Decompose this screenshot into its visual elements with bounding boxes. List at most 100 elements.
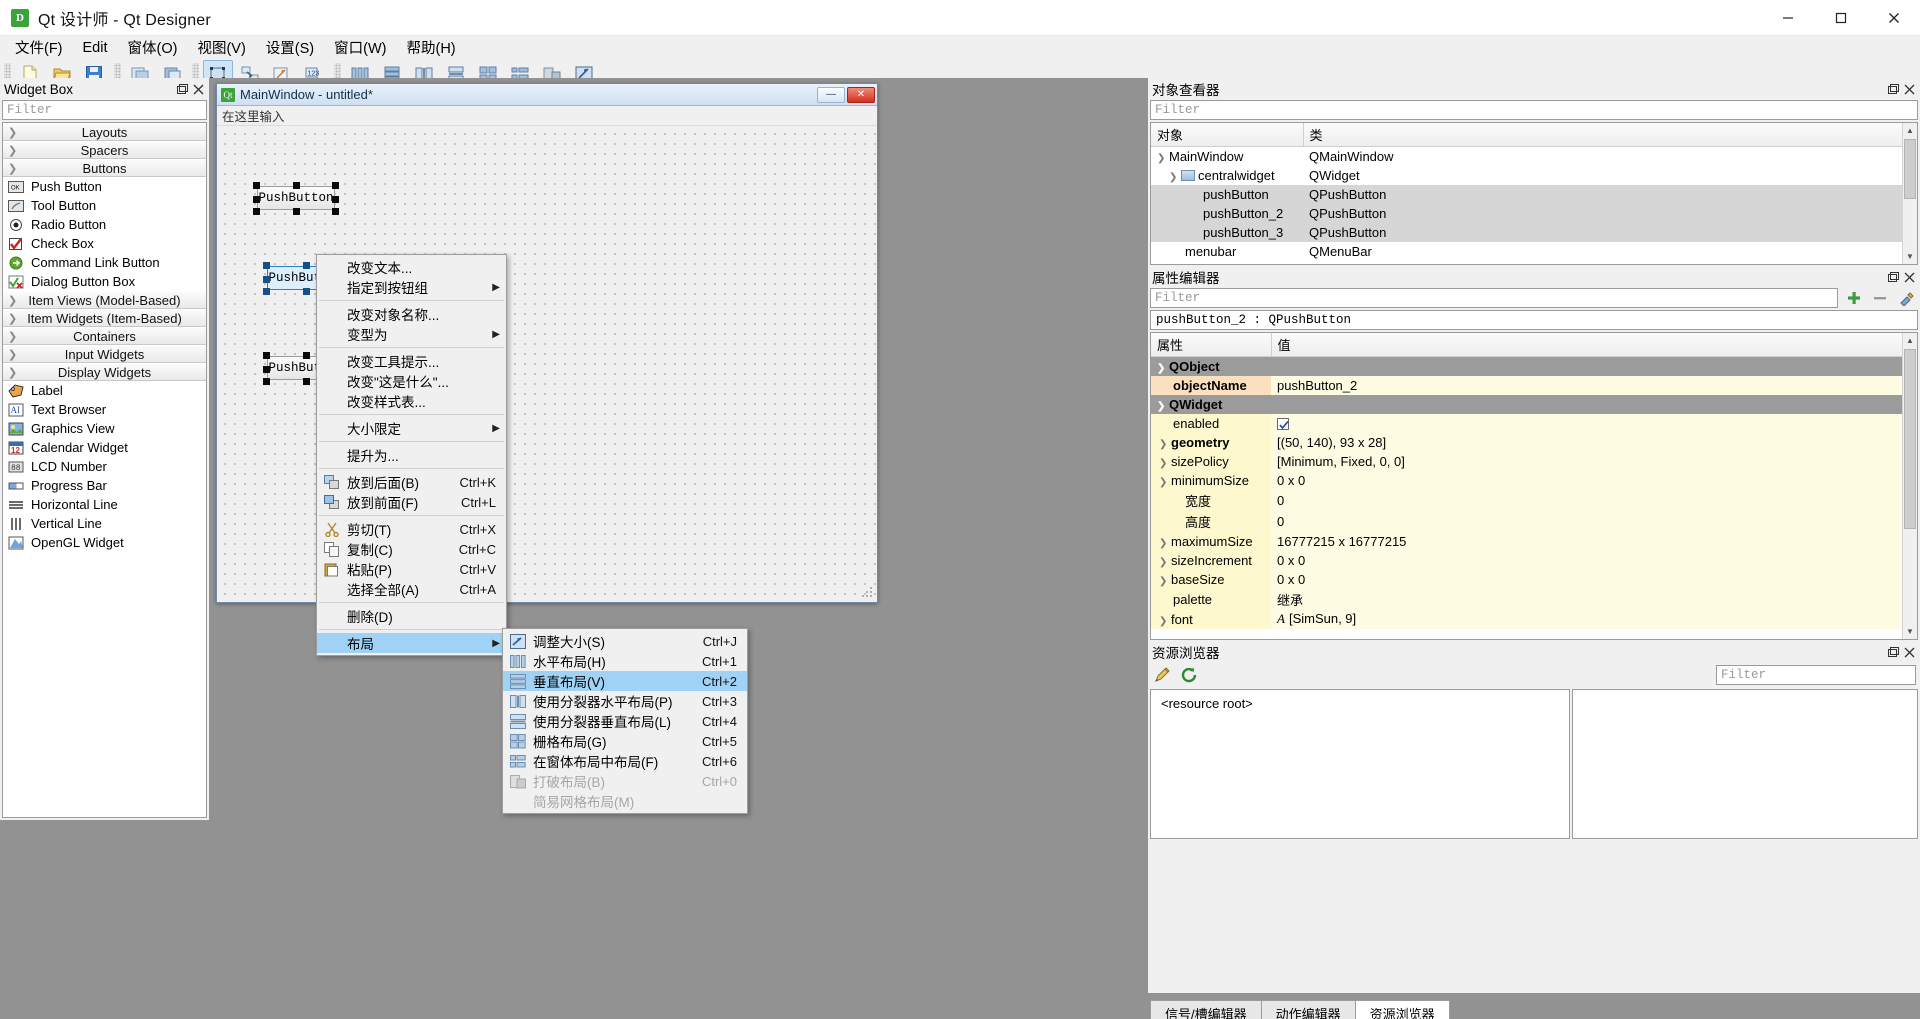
chevron-right-icon[interactable]: ❯ (1159, 538, 1171, 549)
table-row[interactable]: ❯ font A [SimSun, 9] (1151, 609, 1917, 629)
form-menu-bar[interactable]: 在这里输入 (217, 106, 877, 126)
property-editor-filter-input[interactable]: Filter (1150, 288, 1838, 308)
chevron-right-icon[interactable]: ❯ (1159, 557, 1171, 568)
table-row[interactable]: palette 继承 (1151, 588, 1917, 610)
table-row[interactable]: ❯ maximumSize 16777215 x 16777215 (1151, 531, 1917, 551)
widget-group-containers[interactable]: ❯ Containers (3, 327, 206, 345)
property-value[interactable]: pushButton_2 (1271, 375, 1917, 395)
property-group-qwidget[interactable]: ❯ QWidget (1151, 394, 1917, 414)
menu-edit[interactable]: Edit (73, 37, 118, 59)
table-row[interactable]: 宽度 0 (1151, 489, 1917, 511)
widget-item-vertical-line[interactable]: Vertical Line (3, 514, 206, 533)
widget-item-graphics-view[interactable]: Graphics View (3, 419, 206, 438)
form-close-button[interactable]: ✕ (847, 86, 875, 103)
undock-icon[interactable] (1886, 82, 1900, 96)
resize-handle[interactable] (263, 352, 270, 359)
ctx-size-constraint[interactable]: 大小限定 ▶ (317, 418, 506, 438)
ctx-copy[interactable]: 复制(C) Ctrl+C (317, 539, 506, 559)
resize-handle[interactable] (332, 182, 339, 189)
submenu-lay-out-horizontally[interactable]: 水平布局(H) Ctrl+1 (503, 651, 747, 671)
resize-handle[interactable] (293, 208, 300, 215)
property-value[interactable]: 0 x 0 (1271, 569, 1917, 589)
scroll-down-icon[interactable]: ▼ (1903, 624, 1917, 639)
table-row[interactable]: objectName pushButton_2 (1151, 375, 1917, 395)
chevron-down-icon[interactable]: ❯ (1169, 172, 1181, 183)
checkbox-checked-icon[interactable] (1277, 417, 1289, 430)
resource-browser-filter-input[interactable]: Filter (1716, 665, 1916, 685)
resize-handle[interactable] (293, 182, 300, 189)
close-icon[interactable] (191, 82, 205, 96)
property-value[interactable]: 0 (1271, 510, 1917, 532)
table-row[interactable]: pushButton QPushButton (1151, 184, 1917, 204)
widget-group-layouts[interactable]: ❯ Layouts (3, 123, 206, 141)
menu-file[interactable]: 文件(F) (5, 34, 73, 61)
maximize-button[interactable] (1814, 0, 1867, 36)
chevron-right-icon[interactable]: ❯ (1159, 576, 1171, 587)
submenu-lay-out-splitter-vertically[interactable]: 使用分裂器垂直布局(L) Ctrl+4 (503, 711, 747, 731)
ctx-change-tooltip[interactable]: 改变工具提示... (317, 351, 506, 371)
scroll-up-icon[interactable]: ▲ (1903, 123, 1917, 138)
chevron-down-icon[interactable]: ❯ (1157, 153, 1169, 164)
ctx-select-all[interactable]: 选择全部(A) Ctrl+A (317, 579, 506, 599)
undock-icon[interactable] (1886, 645, 1900, 659)
property-value[interactable]: 0 (1271, 489, 1917, 511)
chevron-right-icon[interactable]: ❯ (1159, 439, 1171, 450)
resize-handle[interactable] (303, 378, 310, 385)
ctx-bring-to-front[interactable]: 放到前面(F) Ctrl+L (317, 492, 506, 512)
widget-group-spacers[interactable]: ❯ Spacers (3, 141, 206, 159)
ctx-layout[interactable]: 布局 ▶ (317, 633, 506, 653)
object-inspector-scrollbar[interactable]: ▲ ▼ (1902, 123, 1917, 264)
resource-tree[interactable]: <resource root> (1150, 689, 1570, 839)
minimize-button[interactable] (1761, 0, 1814, 36)
resize-handle[interactable] (332, 208, 339, 215)
widget-item-dialog-button-box[interactable]: Dialog Button Box (3, 272, 206, 291)
table-row[interactable]: ❯ baseSize 0 x 0 (1151, 569, 1917, 589)
resize-handle[interactable] (263, 288, 270, 295)
resize-handle[interactable] (303, 288, 310, 295)
property-value[interactable]: 继承 (1271, 588, 1917, 610)
ctx-change-stylesheet[interactable]: 改变样式表... (317, 391, 506, 411)
resize-handle[interactable] (303, 262, 310, 269)
widget-item-tool-button[interactable]: Tool Button (3, 196, 206, 215)
table-row[interactable]: pushButton_2 QPushButton (1151, 203, 1917, 223)
resize-handle[interactable] (253, 196, 260, 203)
close-icon[interactable] (1902, 645, 1916, 659)
menu-help[interactable]: 帮助(H) (396, 34, 465, 61)
widget-box-filter-input[interactable]: Filter (2, 100, 207, 120)
sc roll-up-icon[interactable]: ▲ (1903, 333, 1917, 348)
undock-icon[interactable] (1886, 270, 1900, 284)
resize-handle[interactable] (263, 366, 270, 373)
tab-action-editor[interactable]: 动作编辑器 (1260, 1000, 1356, 1019)
widget-group-input-widgets[interactable]: ❯ Input Widgets (3, 345, 206, 363)
widget-item-horizontal-line[interactable]: Horizontal Line (3, 495, 206, 514)
widget-item-push-button[interactable]: OK Push Button (3, 177, 206, 196)
table-row[interactable]: ❯ sizeIncrement 0 x 0 (1151, 550, 1917, 570)
submenu-adjust-size[interactable]: 调整大小(S) Ctrl+J (503, 631, 747, 651)
menu-window[interactable]: 窗口(W) (324, 34, 396, 61)
table-row[interactable]: ❯ minimumSize 0 x 0 (1151, 470, 1917, 490)
form-size-grip[interactable] (861, 586, 874, 599)
widget-item-calendar-widget[interactable]: 12 Calendar Widget (3, 438, 206, 457)
menu-view[interactable]: 视图(V) (187, 34, 255, 61)
close-icon[interactable] (1902, 270, 1916, 284)
widget-item-command-link-button[interactable]: Command Link Button (3, 253, 206, 272)
resource-preview[interactable] (1572, 689, 1918, 839)
resize-handle[interactable] (263, 262, 270, 269)
ctx-change-object-name[interactable]: 改变对象名称... (317, 304, 506, 324)
scroll-down-icon[interactable]: ▼ (1903, 249, 1917, 264)
close-icon[interactable] (1902, 82, 1916, 96)
close-button[interactable] (1867, 0, 1920, 36)
widget-item-opengl-widget[interactable]: OpenGL Widget (3, 533, 206, 552)
widget-group-item-widgets[interactable]: ❯ Item Widgets (Item-Based) (3, 309, 206, 327)
table-row[interactable]: 高度 0 (1151, 510, 1917, 532)
table-row[interactable]: ❯ centralwidget QWidget (1151, 166, 1917, 185)
ctx-change-whats-this[interactable]: 改变"这是什么"... (317, 371, 506, 391)
submenu-lay-out-in-form[interactable]: 在窗体布局中布局(F) Ctrl+6 (503, 751, 747, 771)
resize-handle[interactable] (332, 196, 339, 203)
widget-group-buttons[interactable]: ❯ Buttons (3, 159, 206, 177)
chevron-right-icon[interactable]: ❯ (1159, 616, 1171, 627)
table-row[interactable]: ❯ geometry [(50, 140), 93 x 28] (1151, 432, 1917, 452)
ctx-paste[interactable]: 粘贴(P) Ctrl+V (317, 559, 506, 579)
widget-item-lcd-number[interactable]: 88 LCD Number (3, 457, 206, 476)
property-value[interactable]: 0 x 0 (1271, 550, 1917, 570)
